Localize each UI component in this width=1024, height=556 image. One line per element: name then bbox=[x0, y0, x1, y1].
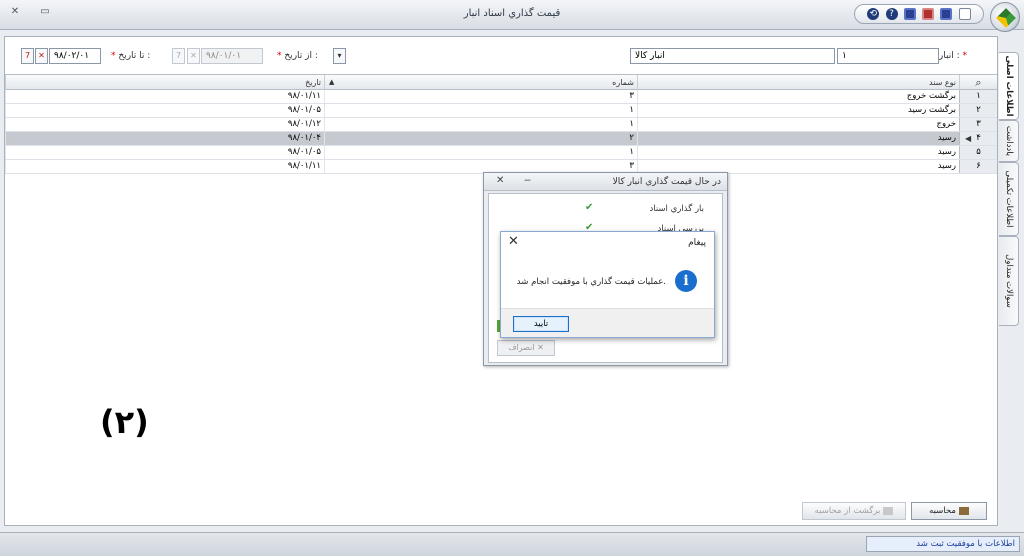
cell-number: ۱ bbox=[324, 146, 637, 159]
save-all-icon[interactable] bbox=[922, 8, 935, 20]
cancel-button[interactable]: انصراف ✕ bbox=[497, 340, 555, 356]
column-header-doc-type[interactable]: نوع سند bbox=[637, 75, 959, 90]
save-icon[interactable] bbox=[903, 8, 916, 20]
to-date-calendar-icon[interactable]: 7 bbox=[21, 48, 34, 64]
warehouse-name-input[interactable]: انبار كالا bbox=[630, 48, 835, 64]
quick-toolbar: ⟲ ? bbox=[854, 4, 984, 24]
message-footer: تایید bbox=[501, 308, 714, 337]
status-bar: اطلاعات با موفقیت ثبت شد bbox=[0, 532, 1024, 556]
cell-date: ۹۸/۰۱/۰۴ bbox=[5, 132, 324, 145]
message-text: عملیات قیمت گذاري با موفقیت انجام شد. bbox=[516, 277, 666, 287]
calculate-icon bbox=[958, 506, 969, 515]
table-row[interactable]: ۵ رسید ۱ ۹۸/۰۱/۰۵ bbox=[5, 146, 997, 160]
row-indicator-icon: ◀ bbox=[965, 134, 972, 143]
warehouse-dropdown-button[interactable]: ▾ bbox=[333, 48, 346, 64]
cell-doc-type: رسید bbox=[637, 146, 959, 159]
table-row[interactable]: ۱ برگشت خروج ۳ ۹۸/۰۱/۱۱ bbox=[5, 90, 997, 104]
grid-header: ⌕ نوع سند ▲ شماره تاریخ bbox=[5, 74, 997, 90]
tab-extra-info[interactable]: اطلاعات تکمیلی bbox=[999, 162, 1019, 236]
progress-minimize-icon[interactable]: ‒ bbox=[524, 173, 531, 186]
cell-date: ۹۸/۰۱/۱۱ bbox=[5, 90, 324, 103]
from-date-clear-icon[interactable]: ✕ bbox=[187, 48, 200, 64]
app-logo[interactable] bbox=[990, 2, 1020, 32]
revert-calculation-button[interactable]: برگشت از محاسبه bbox=[802, 502, 906, 520]
cell-date: ۹۸/۰۱/۰۵ bbox=[5, 104, 324, 117]
cell-doc-type: برگشت رسید bbox=[637, 104, 959, 117]
help-icon[interactable]: ⟲ bbox=[867, 8, 880, 20]
grid-search-icon[interactable]: ⌕ bbox=[959, 75, 997, 90]
cell-number: ۱ bbox=[324, 104, 637, 117]
step-number-label: (۲) bbox=[100, 403, 149, 441]
ok-button[interactable]: تایید bbox=[513, 316, 569, 332]
check-icon: ✔ bbox=[585, 202, 594, 213]
column-header-date[interactable]: تاریخ bbox=[5, 75, 324, 90]
cell-doc-type: رسید bbox=[637, 132, 959, 145]
from-date-calendar-icon[interactable]: 7 bbox=[172, 48, 185, 64]
tab-faq[interactable]: سوالات متداول bbox=[999, 236, 1019, 326]
row-index: ۶ bbox=[959, 160, 997, 173]
filter-bar: انبار : * ۱ انبار كالا ▾ * از تاریخ : ۹۸… bbox=[5, 37, 997, 73]
from-date-label: * از تاریخ : bbox=[277, 51, 318, 61]
cell-number: ۲ bbox=[324, 132, 637, 145]
status-message: اطلاعات با موفقیت ثبت شد bbox=[866, 536, 1020, 552]
warehouse-code-input[interactable]: ۱ bbox=[837, 48, 939, 64]
progress-close-icon[interactable]: ✕ bbox=[496, 175, 504, 186]
cell-date: ۹۸/۰۱/۱۱ bbox=[5, 160, 324, 173]
title-bar: ✕ ▭ قیمت گذاري اسناد انبار ⟲ ? bbox=[0, 0, 1024, 32]
warehouse-label: انبار : * bbox=[938, 51, 967, 61]
cell-date: ۹۸/۰۱/۰۵ bbox=[5, 146, 324, 159]
column-header-number[interactable]: ▲ شماره bbox=[324, 75, 637, 90]
to-date-label: * تا تاریخ : bbox=[111, 51, 151, 61]
tab-notes[interactable]: یادداشت bbox=[999, 120, 1019, 162]
row-index: ۱ bbox=[959, 90, 997, 103]
message-title: پیغام bbox=[688, 238, 706, 248]
cell-number: ۳ bbox=[324, 90, 637, 103]
revert-icon bbox=[883, 506, 894, 515]
save-as-icon[interactable] bbox=[940, 8, 953, 20]
row-index: ۲ bbox=[959, 104, 997, 117]
progress-dialog-title: در حال قیمت گذاري انبار كالا bbox=[484, 173, 727, 191]
new-page-icon[interactable] bbox=[958, 8, 971, 20]
info-icon: i bbox=[675, 270, 697, 292]
cell-date: ۹۸/۰۱/۱۲ bbox=[5, 118, 324, 131]
from-date-input[interactable]: ۹۸/۰۱/۰۱ bbox=[201, 48, 263, 64]
to-date-clear-icon[interactable]: ✕ bbox=[35, 48, 48, 64]
message-close-icon[interactable]: ✕ bbox=[508, 234, 519, 249]
cell-number: ۱ bbox=[324, 118, 637, 131]
info-icon[interactable]: ? bbox=[885, 8, 898, 20]
to-date-input[interactable]: ۹۸/۰۲/۰۱ bbox=[49, 48, 101, 64]
table-row[interactable]: ۲ برگشت رسید ۱ ۹۸/۰۱/۰۵ bbox=[5, 104, 997, 118]
cell-doc-type: برگشت خروج bbox=[637, 90, 959, 103]
table-row[interactable]: ۳ خروج ۱ ۹۸/۰۱/۱۲ bbox=[5, 118, 997, 132]
message-dialog: پیغام ✕ i عملیات قیمت گذاري با موفقیت ان… bbox=[500, 231, 715, 338]
table-row[interactable]: ۴ رسید ۲ ۹۸/۰۱/۰۴ ◀ bbox=[5, 132, 997, 146]
side-tabs: اطلاعات اصلی یادداشت اطلاعات تکمیلی سوال… bbox=[999, 52, 1021, 332]
row-index: ۵ bbox=[959, 146, 997, 159]
step-load-docs: بار گذاري اسناد bbox=[649, 204, 704, 214]
calculate-button[interactable]: محاسبه bbox=[911, 502, 987, 520]
cell-doc-type: خروج bbox=[637, 118, 959, 131]
tab-main-info[interactable]: اطلاعات اصلی bbox=[999, 52, 1019, 120]
row-index: ۳ bbox=[959, 118, 997, 131]
